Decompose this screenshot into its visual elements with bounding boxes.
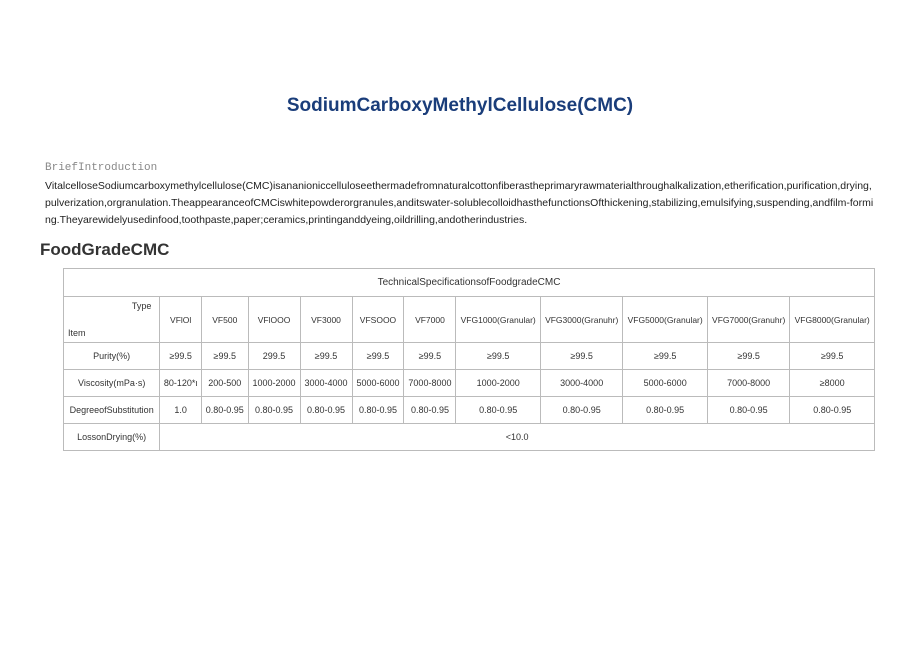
table-caption: TechnicalSpecificationsofFoodgradeCMC — [64, 269, 875, 297]
cell: ≥99.5 — [300, 343, 352, 370]
subheading-food-grade: FoodGradeCMC — [40, 240, 875, 260]
header-item-label: Item — [68, 328, 86, 338]
table-row: Viscosity(mPa·s) 80-120*ι 200-500 1000-2… — [64, 370, 875, 397]
row-label-loss: LossonDrying(%) — [64, 424, 160, 451]
row-label-dos: DegreeofSubstitution — [64, 397, 160, 424]
row-label-viscosity: Viscosity(mPa·s) — [64, 370, 160, 397]
cell: ≥99.5 — [160, 343, 202, 370]
cell: ≥99.5 — [404, 343, 456, 370]
cell: 0.80-0.95 — [202, 397, 249, 424]
spec-table-wrap: TechnicalSpecificationsofFoodgradeCMC Ty… — [63, 268, 875, 451]
col-header: VF7000 — [404, 297, 456, 343]
cell: ≥8000 — [790, 370, 875, 397]
cell: 7000-8000 — [707, 370, 789, 397]
cell: 5000-6000 — [352, 370, 404, 397]
cell: 7000-8000 — [404, 370, 456, 397]
table-caption-row: TechnicalSpecificationsofFoodgradeCMC — [64, 269, 875, 297]
row-label-purity: Purity(%) — [64, 343, 160, 370]
cell: 1000-2000 — [248, 370, 300, 397]
intro-label: BriefIntroduction — [45, 162, 875, 174]
table-row: LossonDrying(%) <10.0 — [64, 424, 875, 451]
intro-paragraph: VitalcelloseSodiumcarboxymethylcellulose… — [45, 178, 875, 228]
cell: 1.0 — [160, 397, 202, 424]
cell: 5000-6000 — [623, 370, 708, 397]
cell: 200-500 — [202, 370, 249, 397]
header-corner: Type Item — [64, 297, 160, 343]
col-header: VF500 — [202, 297, 249, 343]
col-header: VF3000 — [300, 297, 352, 343]
header-type-label: Type — [132, 301, 152, 311]
table-header-row: Type Item VFlOl VF500 VFlOOO VF3000 VFSO… — [64, 297, 875, 343]
cell: ≥99.5 — [707, 343, 789, 370]
cell: 0.80-0.95 — [456, 397, 541, 424]
col-header: VFG5000(Granular) — [623, 297, 708, 343]
cell: 3000-4000 — [300, 370, 352, 397]
col-header: VFlOl — [160, 297, 202, 343]
cell: ≥99.5 — [456, 343, 541, 370]
cell: 0.80-0.95 — [352, 397, 404, 424]
cell: 299.5 — [248, 343, 300, 370]
cell: ≥99.5 — [352, 343, 404, 370]
spec-table: TechnicalSpecificationsofFoodgradeCMC Ty… — [63, 268, 875, 451]
cell: ≥99.5 — [623, 343, 708, 370]
col-header: VFG7000(Granuhr) — [707, 297, 789, 343]
cell: ≥99.5 — [540, 343, 622, 370]
cell: ≥99.5 — [790, 343, 875, 370]
cell: 0.80-0.95 — [623, 397, 708, 424]
col-header: VFG3000(Granuhr) — [540, 297, 622, 343]
col-header: VFSOOO — [352, 297, 404, 343]
page-title: SodiumCarboxyMethylCellulose(CMC) — [45, 95, 875, 117]
cell: 0.80-0.95 — [248, 397, 300, 424]
cell: 0.80-0.95 — [707, 397, 789, 424]
cell: 0.80-0.95 — [404, 397, 456, 424]
cell: ≥99.5 — [202, 343, 249, 370]
col-header: VFlOOO — [248, 297, 300, 343]
cell: 0.80-0.95 — [540, 397, 622, 424]
cell: 80-120*ι — [160, 370, 202, 397]
col-header: VFG8000(Granular) — [790, 297, 875, 343]
cell: 3000-4000 — [540, 370, 622, 397]
cell: 1000-2000 — [456, 370, 541, 397]
cell: 0.80-0.95 — [790, 397, 875, 424]
table-row: Purity(%) ≥99.5 ≥99.5 299.5 ≥99.5 ≥99.5 … — [64, 343, 875, 370]
table-row: DegreeofSubstitution 1.0 0.80-0.95 0.80-… — [64, 397, 875, 424]
col-header: VFG1000(Granular) — [456, 297, 541, 343]
cell-merged: <10.0 — [160, 424, 875, 451]
cell: 0.80-0.95 — [300, 397, 352, 424]
